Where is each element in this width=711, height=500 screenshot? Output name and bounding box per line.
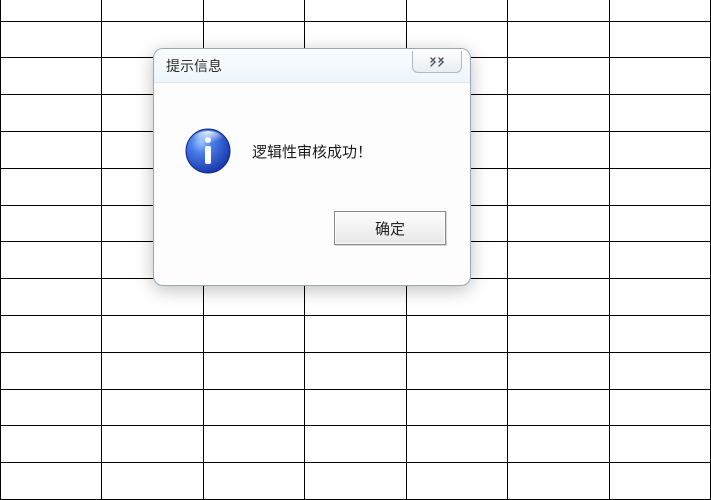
ok-button[interactable]: 确定 xyxy=(334,211,446,245)
info-icon xyxy=(184,127,232,175)
dialog-titlebar[interactable]: 提示信息 xyxy=(154,49,470,83)
dialog-body: 逻辑性审核成功！ xyxy=(154,83,470,211)
message-dialog: 提示信息 xyxy=(153,48,471,286)
dialog-button-row: 确定 xyxy=(154,211,470,265)
close-button[interactable] xyxy=(412,51,462,73)
dialog-message: 逻辑性审核成功！ xyxy=(252,141,372,162)
close-icon xyxy=(429,57,445,67)
dialog-title: 提示信息 xyxy=(166,56,222,76)
